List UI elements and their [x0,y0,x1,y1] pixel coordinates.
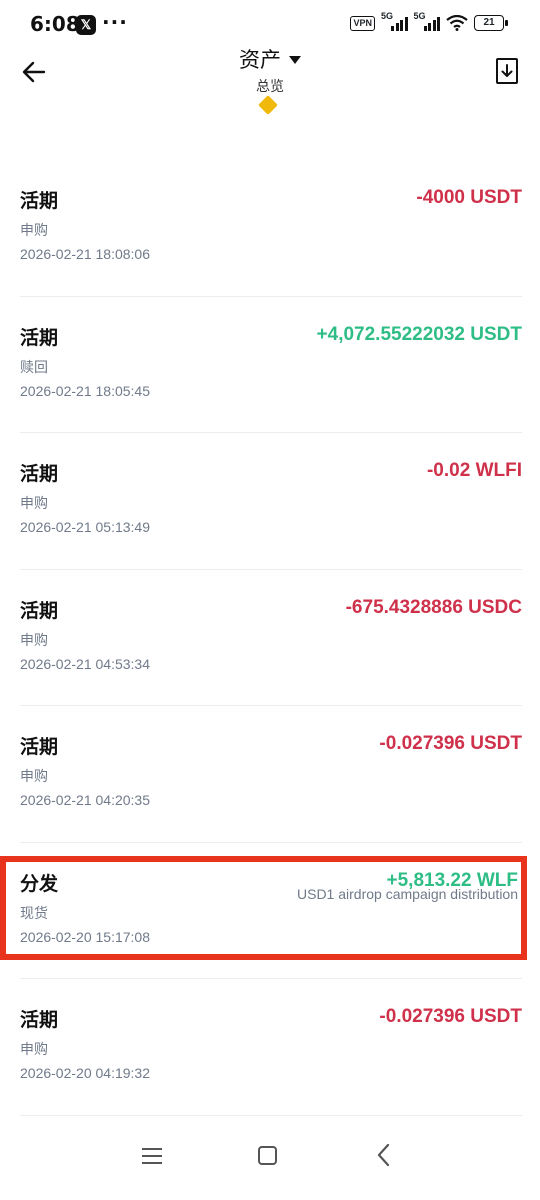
transaction-subtype: 申购 [20,769,48,785]
transaction-subtype: 申购 [20,632,48,649]
status-time: 6:08 [30,12,80,36]
transaction-type: 分发 [20,872,59,895]
status-indicators: VPN 5G 5G 21 [350,11,508,31]
transaction-time: 2026-02-21 04:53:34 [20,655,150,672]
wifi-icon [446,15,468,31]
transaction-amount: -4000 USDT [416,187,522,208]
transaction-amount: -0.027396 USDT [379,733,522,754]
page-title: 资产 [239,48,281,72]
signal-icon-sim1: 5G [381,11,408,31]
transaction-row[interactable]: 活期 赎回 2026-02-21 18:05:45 +4,072.5522203… [20,297,522,433]
transaction-row[interactable]: 活期 申购 2026-02-20 04:19:32 -0.027396 USDT [20,979,522,1116]
transaction-row[interactable]: 活期 申购 2026-02-21 18:08:06 -4000 USDT [20,160,522,297]
transaction-time: 2026-02-21 04:20:35 [20,792,150,808]
home-square-icon[interactable] [258,1146,277,1165]
transaction-type: 活期 [20,463,59,485]
download-icon [501,64,513,77]
page-subtitle: 总览 [256,79,284,95]
transaction-time: 2026-02-20 04:19:32 [20,1065,150,1081]
transaction-subtype: 申购 [20,223,48,239]
nav-back-button[interactable] [376,1143,390,1167]
sim1-network-label: 5G [381,11,394,21]
transaction-type: 活期 [20,599,59,622]
caret-down-icon [289,56,301,64]
vpn-icon: VPN [350,15,375,31]
chevron-left-icon [377,1143,390,1167]
status-bar: 6:08 𝕏 ··· VPN 5G 5G 21 [0,0,540,50]
transaction-time: 2026-02-21 18:05:45 [20,382,150,399]
transaction-note: USD1 airdrop campaign distribution [297,885,518,902]
signal-icon-sim2: 5G [414,11,440,31]
transaction-time: 2026-02-21 05:13:49 [20,519,150,535]
transaction-time: 2026-02-21 18:08:06 [20,246,150,262]
diamond-indicator-icon [258,95,278,115]
transaction-type: 活期 [20,326,59,349]
menu-icon[interactable] [142,1148,162,1164]
transaction-amount: -0.02 WLFI [426,460,522,481]
transaction-amount: +4,072.55222032 USDT [316,323,522,345]
transaction-type: 活期 [20,736,59,758]
system-nav-bar [0,1134,540,1200]
sim2-network-label: 5G [413,11,426,21]
battery-icon: 21 [474,15,508,31]
transaction-subtype: 赎回 [20,359,48,376]
transaction-type: 活期 [20,190,59,212]
title-dropdown[interactable]: 资产 总览 [0,44,540,96]
transaction-row[interactable]: 活期 申购 2026-02-21 04:20:35 -0.027396 USDT [20,706,522,843]
transaction-row[interactable]: 活期 申购 2026-02-21 05:13:49 -0.02 WLFI [20,433,522,570]
transaction-type: 活期 [20,1009,59,1031]
app-header: 资产 总览 [0,44,540,124]
transaction-subtype: 现货 [20,905,48,922]
transaction-subtype: 申购 [20,1042,48,1058]
x-app-icon: 𝕏 [76,15,96,35]
download-button[interactable] [496,58,518,84]
transaction-time: 2026-02-20 15:17:08 [20,928,150,945]
transaction-subtype: 申购 [20,496,48,512]
transaction-list: 活期 申购 2026-02-21 18:08:06 -4000 USDT 活期 … [20,160,522,1116]
transaction-row-highlighted[interactable]: 分发 现货 2026-02-20 15:17:08 +5,813.22 WLF … [20,843,522,979]
transaction-row[interactable]: 活期 申购 2026-02-21 04:53:34 -675.4328886 U… [20,570,522,706]
more-notifications-icon: ··· [102,10,128,34]
transaction-amount: -675.4328886 USDC [345,596,522,618]
transaction-amount: -0.027396 USDT [379,1006,522,1027]
